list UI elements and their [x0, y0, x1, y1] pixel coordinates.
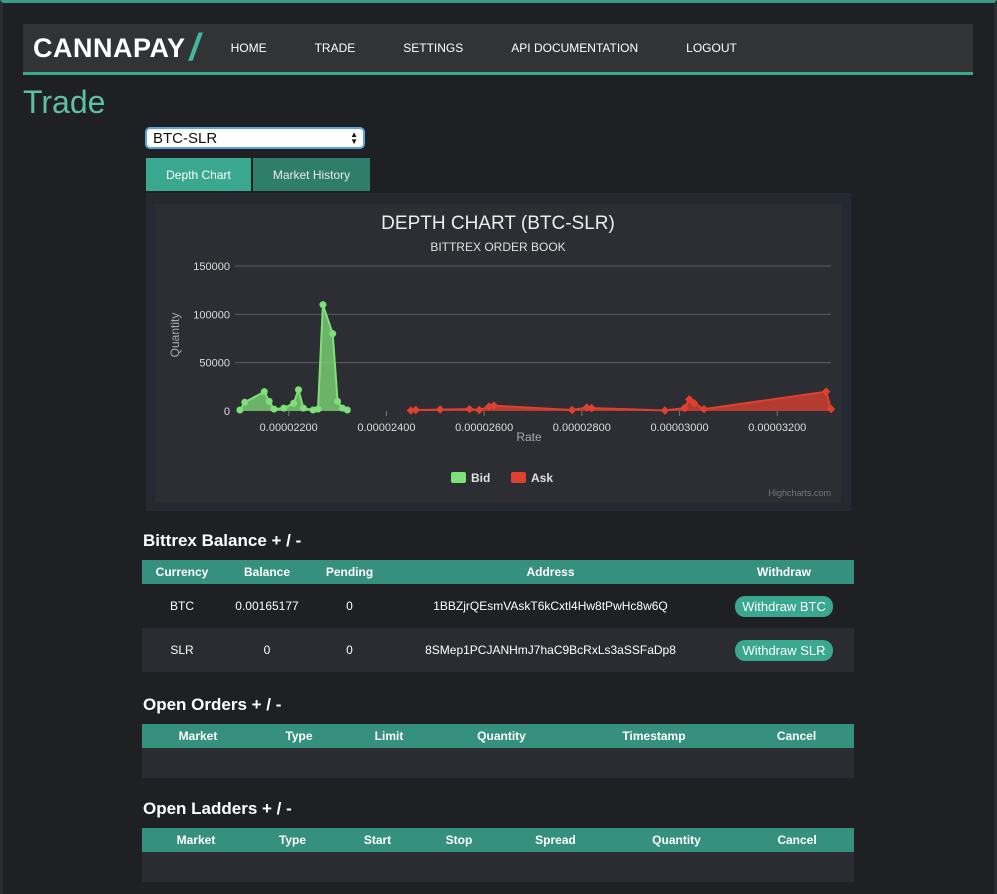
chart-credit[interactable]: Highcharts.com	[768, 488, 831, 498]
orders-section-title[interactable]: Open Orders + / -	[143, 695, 281, 715]
col-spread: Spread	[498, 828, 613, 852]
page-title: Trade	[23, 84, 106, 120]
market-select-value: BTC-SLR	[153, 129, 218, 147]
data-point-bid	[295, 386, 303, 394]
legend-item-ask[interactable]: Ask	[511, 471, 553, 485]
open-orders-table: Market Type Limit Quantity Timestamp Can…	[142, 724, 854, 778]
legend-swatch-bid	[451, 472, 466, 483]
legend-swatch-ask	[511, 472, 526, 483]
nav-menu: HOME TRADE SETTINGS API DOCUMENTATION LO…	[231, 41, 785, 55]
data-point-bid	[270, 405, 278, 413]
col-timestamp: Timestamp	[569, 724, 739, 748]
chart-tabs: Depth Chart Market History	[146, 158, 370, 191]
data-point-bid	[299, 404, 307, 412]
brand-name: CANNAPAY	[33, 32, 186, 63]
table-row: BTC 0.00165177 0 1BBZjrQEsmVAskT6kCxtl4H…	[142, 584, 854, 628]
market-select[interactable]: BTC-SLR ▲ ▼	[145, 127, 365, 149]
data-point-bid	[334, 397, 342, 405]
open-ladders-table: Market Type Start Stop Spread Quantity C…	[142, 828, 854, 882]
data-point-bid	[343, 406, 351, 414]
data-point-bid	[329, 330, 337, 338]
nav-trade[interactable]: TRADE	[315, 41, 356, 55]
y-tick-label: 100000	[193, 309, 230, 321]
col-start: Start	[335, 828, 420, 852]
col-quantity: Quantity	[613, 828, 740, 852]
withdraw-btc-button[interactable]: Withdraw BTC	[735, 595, 833, 617]
cell-balance: 0.00165177	[222, 584, 312, 628]
brand-logo[interactable]: CANNAPAY /	[33, 27, 205, 69]
col-cancel: Cancel	[739, 724, 854, 748]
col-market: Market	[142, 724, 254, 748]
nav-home[interactable]: HOME	[231, 41, 267, 55]
cell-pending: 0	[312, 628, 387, 672]
depth-chart-panel: DEPTH CHART (BTC-SLR) BITTREX ORDER BOOK…	[146, 193, 851, 511]
balance-header-row: Currency Balance Pending Address Withdra…	[142, 560, 854, 584]
cell-pending: 0	[312, 584, 387, 628]
col-market: Market	[142, 828, 250, 852]
legend-label-bid: Bid	[471, 471, 490, 485]
orders-header-row: Market Type Limit Quantity Timestamp Can…	[142, 724, 854, 748]
chart-title: DEPTH CHART (BTC-SLR)	[381, 213, 615, 234]
data-point-bid	[290, 399, 298, 407]
balance-table: Currency Balance Pending Address Withdra…	[142, 560, 854, 672]
x-tick-label: 0.00003200	[748, 422, 806, 434]
col-stop: Stop	[420, 828, 498, 852]
col-quantity: Quantity	[434, 724, 569, 748]
brand-slash: /	[185, 27, 205, 69]
nav-api-documentation[interactable]: API DOCUMENTATION	[511, 41, 638, 55]
legend-label-ask: Ask	[531, 471, 553, 485]
nav-settings[interactable]: SETTINGS	[403, 41, 463, 55]
cell-balance: 0	[222, 628, 312, 672]
cell-currency: BTC	[142, 584, 222, 628]
data-point-bid	[236, 406, 244, 414]
y-tick-label: 0	[224, 406, 230, 418]
data-point-bid	[280, 404, 288, 412]
select-arrows-icon: ▲ ▼	[350, 130, 358, 146]
col-withdraw: Withdraw	[714, 560, 854, 584]
nav-logout[interactable]: LOGOUT	[686, 41, 737, 55]
legend-item-bid[interactable]: Bid	[451, 471, 490, 485]
y-axis-label: Quantity	[168, 313, 182, 358]
ladders-section-title[interactable]: Open Ladders + / -	[143, 799, 292, 819]
x-tick-label: 0.00002800	[553, 422, 611, 434]
top-navbar: CANNAPAY / HOME TRADE SETTINGS API DOCUM…	[23, 24, 973, 75]
data-point-bid	[319, 301, 327, 309]
tab-depth-chart[interactable]: Depth Chart	[146, 158, 251, 191]
ladders-header-row: Market Type Start Stop Spread Quantity C…	[142, 828, 854, 852]
cell-address: 8SMep1PCJANHmJ7haC9BcRxLs3aSSFaDp8	[387, 628, 714, 672]
x-tick-label: 0.00002200	[260, 422, 318, 434]
col-type: Type	[254, 724, 344, 748]
chart-subtitle: BITTREX ORDER BOOK	[430, 240, 565, 254]
data-point-bid	[241, 398, 249, 406]
cell-currency: SLR	[142, 628, 222, 672]
y-tick-label: 50000	[199, 358, 230, 370]
col-type: Type	[250, 828, 335, 852]
col-pending: Pending	[312, 560, 387, 584]
tab-market-history[interactable]: Market History	[253, 158, 370, 191]
balance-section-title[interactable]: Bittrex Balance + / -	[143, 531, 301, 551]
data-point-bid	[314, 405, 322, 413]
empty-row	[142, 852, 854, 882]
col-limit: Limit	[344, 724, 434, 748]
x-tick-label: 0.00003000	[650, 422, 708, 434]
data-point-bid	[265, 397, 273, 405]
withdraw-slr-button[interactable]: Withdraw SLR	[735, 639, 833, 661]
col-address: Address	[387, 560, 714, 584]
data-point-bid	[260, 388, 268, 396]
col-cancel: Cancel	[740, 828, 854, 852]
depth-chart: DEPTH CHART (BTC-SLR) BITTREX ORDER BOOK…	[155, 204, 841, 502]
col-balance: Balance	[222, 560, 312, 584]
empty-row	[142, 748, 854, 778]
cell-address: 1BBZjrQEsmVAskT6kCxtl4Hw8tPwHc8w6Q	[387, 584, 714, 628]
y-tick-label: 150000	[193, 261, 230, 273]
x-tick-label: 0.00002400	[357, 422, 415, 434]
table-row: SLR 0 0 8SMep1PCJANHmJ7haC9BcRxLs3aSSFaD…	[142, 628, 854, 672]
x-axis-label: Rate	[516, 430, 542, 444]
x-tick-label: 0.00002600	[455, 422, 513, 434]
col-currency: Currency	[142, 560, 222, 584]
cell-withdraw: Withdraw SLR	[714, 628, 854, 672]
cell-withdraw: Withdraw BTC	[714, 584, 854, 628]
